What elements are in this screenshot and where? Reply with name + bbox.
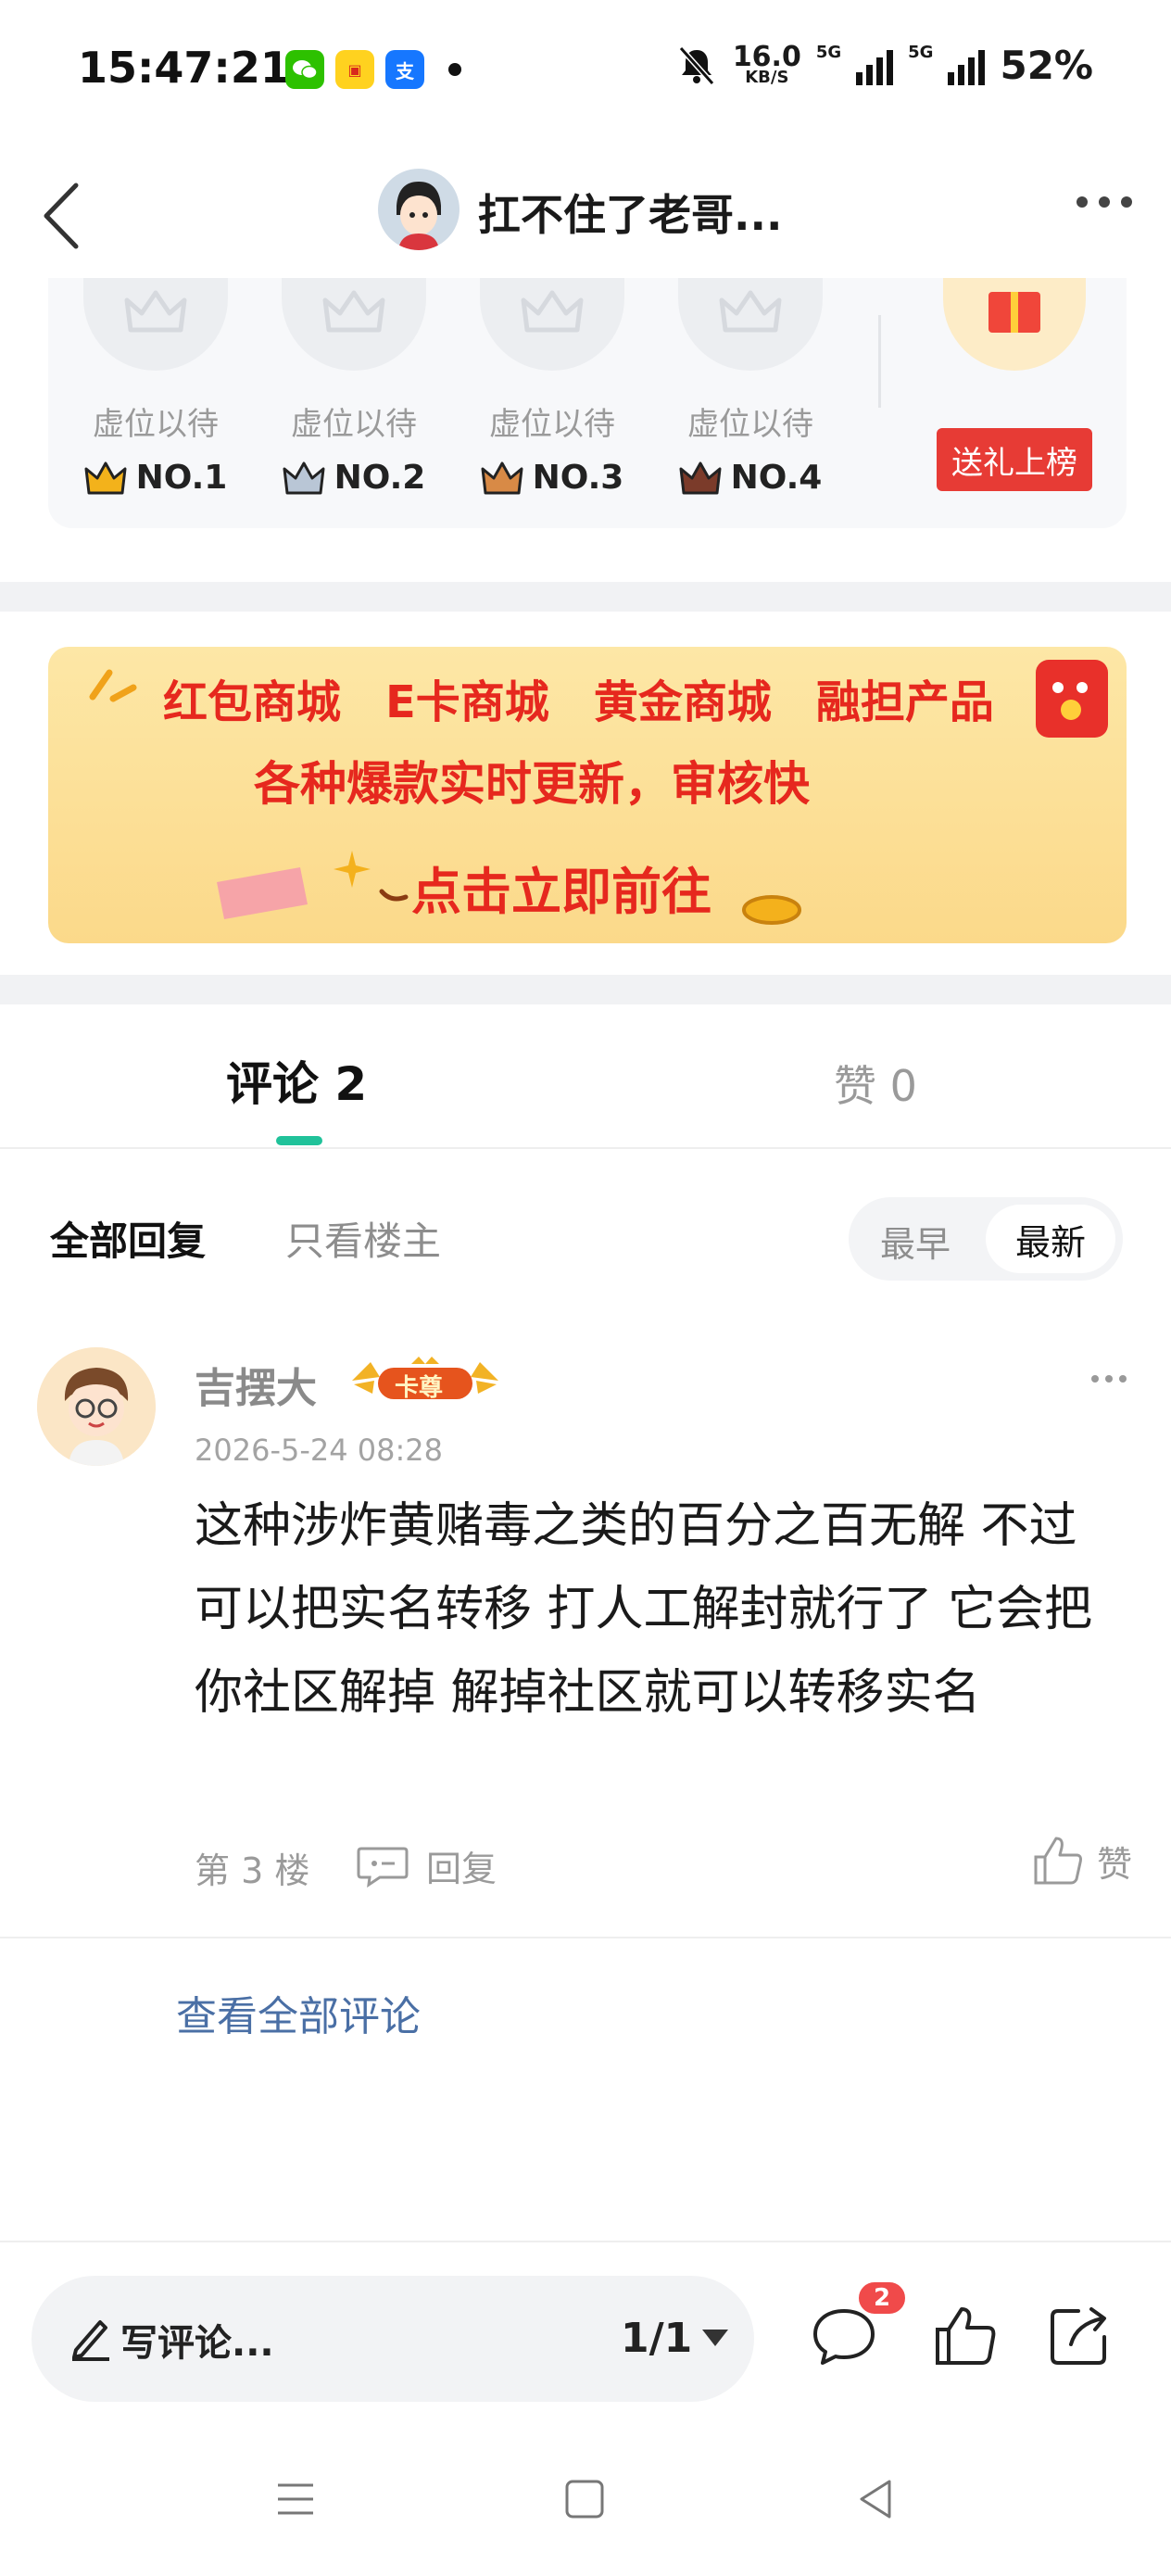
page-indicator[interactable]: 1/1 — [621, 2315, 692, 2362]
crown-icon — [679, 461, 722, 494]
status-time: 15:47:21 — [78, 43, 290, 93]
status-bar: 15:47:21 ▣ 支 16.0 KB/S 5G 5G 52% — [0, 0, 1171, 139]
rank-seat: 虚位以待 NO.4 — [678, 278, 823, 497]
view-all-comments-link[interactable]: 查看全部评论 — [176, 1983, 421, 2042]
sort-newest[interactable]: 最新 — [986, 1205, 1115, 1273]
rank-label: NO.1 — [83, 459, 228, 497]
share-icon[interactable] — [1045, 2302, 1114, 2370]
reply-label: 回复 — [426, 1849, 497, 1889]
empty-seat-icon — [678, 278, 823, 371]
commenter-name[interactable]: 吉摆大 — [195, 1355, 317, 1414]
signal-icon — [948, 46, 986, 85]
menu-icon[interactable] — [272, 2476, 319, 2522]
wechat-icon — [285, 50, 324, 89]
cash-icon — [217, 867, 308, 919]
rank-seat: 虚位以待 NO.3 — [480, 278, 624, 497]
sort-earliest[interactable]: 最早 — [880, 1216, 951, 1267]
alipay-icon: 支 — [385, 50, 424, 89]
seat-label: 虚位以待 — [93, 406, 219, 443]
banner-cta: 点击立即前往 — [411, 863, 711, 921]
app-icon: ▣ — [335, 50, 374, 89]
gift-icon[interactable] — [943, 278, 1086, 371]
rank-seat: 虚位以待 NO.1 — [83, 278, 228, 497]
rank-number: NO.3 — [532, 459, 624, 497]
banner-categories: 红包商城 E卡商城 黄金商城 融担产品 — [163, 665, 994, 730]
rank-label: NO.2 — [282, 459, 426, 497]
seat-label: 虚位以待 — [291, 406, 417, 443]
empty-seat-icon — [282, 278, 426, 371]
battery-level: 52% — [1000, 43, 1093, 88]
back-nav-icon[interactable] — [852, 2476, 899, 2522]
like-label: 赞 — [1096, 1843, 1132, 1885]
coin-icon — [742, 895, 801, 925]
banner-item: E卡商城 — [385, 676, 549, 728]
dot-icon — [448, 63, 461, 76]
sort-toggle: 最早 最新 — [849, 1197, 1123, 1281]
bottom-divider — [0, 2241, 1171, 2242]
rank-number: NO.2 — [334, 459, 426, 497]
mute-icon — [678, 45, 715, 85]
crown-icon — [481, 461, 523, 494]
net-speed: 16.0 KB/S — [733, 43, 801, 86]
filter-op-only[interactable]: 只看楼主 — [285, 1210, 441, 1267]
status-right: 16.0 KB/S 5G 5G 52% — [675, 43, 1093, 88]
pen-icon — [72, 2320, 109, 2361]
filter-all-replies[interactable]: 全部回复 — [50, 1210, 206, 1267]
thumbs-up-icon — [1034, 1837, 1082, 1885]
comment-count-badge: 2 — [856, 2279, 908, 2317]
signal-5g-tag: 5G — [908, 43, 934, 62]
sparkle-icon — [89, 669, 137, 702]
rank-number: NO.4 — [730, 459, 823, 497]
status-app-icons: ▣ 支 — [285, 50, 461, 89]
comment-like-button[interactable]: 赞 — [1032, 1835, 1132, 1887]
tab-likes[interactable]: 赞 0 — [834, 1053, 917, 1114]
rank-seat: 虚位以待 NO.2 — [282, 278, 426, 497]
more-icon[interactable] — [1077, 196, 1132, 208]
commenter-avatar[interactable] — [37, 1347, 156, 1466]
vip-badge-icon: 卡尊 — [346, 1353, 504, 1408]
rank-divider — [878, 315, 881, 408]
reply-button[interactable]: 回复 — [356, 1840, 497, 1891]
seat-label: 虚位以待 — [489, 406, 615, 443]
comment-date: 2026-5-24 08:28 — [195, 1433, 443, 1468]
send-gift-button[interactable]: 送礼上榜 — [937, 428, 1092, 491]
thumbs-up-icon[interactable] — [932, 2302, 1001, 2370]
crown-icon — [84, 461, 127, 494]
vip-badge-label: 卡尊 — [395, 1374, 444, 1402]
empty-seat-icon — [83, 278, 228, 371]
empty-seat-icon — [480, 278, 624, 371]
rank-number: NO.1 — [135, 459, 228, 497]
seat-label: 虚位以待 — [687, 406, 813, 443]
home-icon[interactable] — [561, 2476, 608, 2522]
signal-icon — [856, 46, 894, 85]
tab-comments[interactable]: 评论 2 — [226, 1047, 367, 1114]
write-comment-input[interactable]: 写评论... 1/1 — [31, 2276, 754, 2402]
promo-banner[interactable]: 红包商城 E卡商城 黄金商城 融担产品 各种爆款实时更新，审核快 点击立即前往 — [48, 647, 1127, 943]
comment-more-icon[interactable] — [1091, 1375, 1127, 1383]
comment-divider — [0, 1937, 1171, 1938]
banner-subtitle: 各种爆款实时更新，审核快 — [254, 757, 810, 811]
rank-label: NO.3 — [480, 459, 624, 497]
section-separator — [0, 582, 1171, 612]
page-title: 扛不住了老哥... — [478, 190, 783, 240]
comment-text: 这种涉炸黄赌毒之类的百分之百无解 不过可以把实名转移 打人工解封就行了 它会把你… — [195, 1498, 1093, 1721]
section-separator — [0, 975, 1171, 1004]
write-comment-placeholder: 写评论... — [120, 2322, 274, 2365]
gift-ranking-card: 虚位以待 NO.1 虚位以待 NO.2 虚位以待 NO.3 虚位以待 NO.4 … — [48, 278, 1127, 528]
back-icon[interactable] — [33, 174, 89, 258]
banner-item: 黄金商城 — [593, 676, 772, 728]
comment-floor: 第 3 楼 — [195, 1850, 310, 1891]
crown-icon — [283, 461, 325, 494]
banner-item: 红包商城 — [163, 676, 342, 728]
rank-label: NO.4 — [678, 459, 823, 497]
banner-item: 融担产品 — [815, 676, 994, 728]
red-envelope-icon — [1036, 660, 1108, 738]
reply-icon — [357, 1847, 409, 1888]
signal-5g-tag: 5G — [815, 43, 842, 62]
chevron-down-icon[interactable] — [702, 2330, 728, 2346]
tab-indicator — [276, 1136, 322, 1145]
author-avatar[interactable] — [378, 169, 460, 250]
tab-divider — [0, 1147, 1171, 1149]
sparkle-icon — [334, 851, 409, 902]
